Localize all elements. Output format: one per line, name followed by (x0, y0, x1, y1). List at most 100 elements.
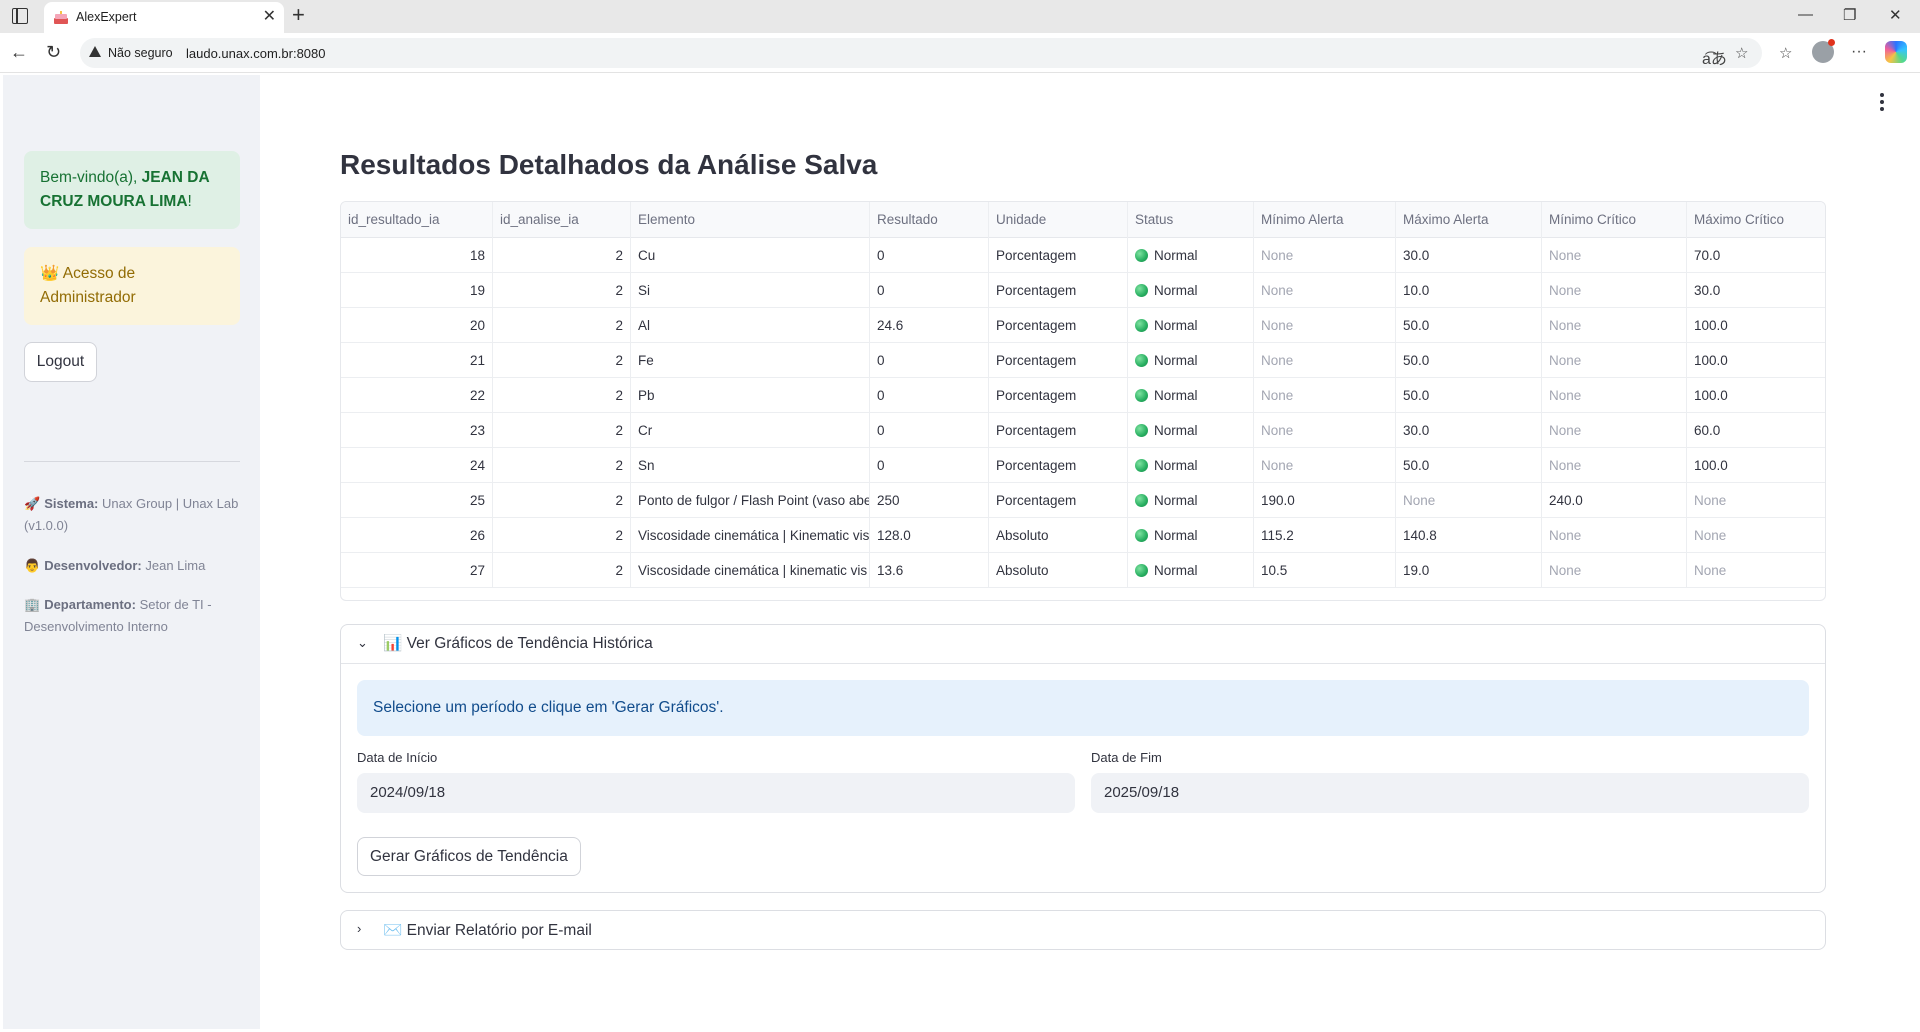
table-cell[interactable]: None (1254, 308, 1396, 343)
table-row[interactable]: 20 2 Al 24.6 Porcentagem Normal None 50.0 None 10… (341, 308, 1825, 343)
address-bar[interactable]: Não seguro laudo.unax.com.br:8080 a͡あ ☆ (80, 38, 1762, 68)
copilot-icon[interactable] (1885, 41, 1907, 63)
security-label[interactable]: Não seguro (108, 46, 173, 60)
end-date-input[interactable]: 2025/09/18 (1091, 773, 1809, 813)
table-cell[interactable]: 128.0 (870, 518, 989, 553)
main-menu-icon[interactable] (1880, 93, 1884, 114)
favorites-list-icon[interactable]: ☆ (1779, 44, 1792, 62)
table-cell[interactable]: 250 (870, 483, 989, 518)
table-cell[interactable]: None (1542, 448, 1687, 483)
table-cell[interactable]: Porcentagem (989, 448, 1128, 483)
column-header[interactable]: Resultado (870, 202, 989, 238)
table-cell[interactable]: 23 (341, 413, 493, 448)
table-cell[interactable]: 13.6 (870, 553, 989, 588)
table-cell[interactable]: Absoluto (989, 553, 1128, 588)
table-cell[interactable]: 24 (341, 448, 493, 483)
table-cell[interactable]: Normal (1128, 413, 1254, 448)
reload-icon[interactable]: ↻ (46, 42, 61, 62)
table-cell[interactable]: 19 (341, 273, 493, 308)
favorite-star-icon[interactable]: ☆ (1735, 44, 1748, 62)
restore-icon[interactable]: ❐ (1843, 6, 1856, 24)
back-icon[interactable]: ← (10, 42, 28, 62)
table-row[interactable]: 19 2 Si 0 Porcentagem Normal None 10.0 None 30.0 (341, 273, 1825, 308)
column-header[interactable]: Mínimo Crítico (1542, 202, 1687, 238)
table-cell[interactable]: None (1254, 413, 1396, 448)
table-cell[interactable]: None (1254, 238, 1396, 273)
table-cell[interactable]: Normal (1128, 518, 1254, 553)
table-cell[interactable]: Viscosidade cinemática | Kinematic vis (631, 518, 870, 553)
table-cell[interactable]: Normal (1128, 273, 1254, 308)
table-cell[interactable]: 70.0 (1687, 238, 1825, 273)
minimize-icon[interactable]: — (1798, 6, 1813, 23)
table-cell[interactable]: 18 (341, 238, 493, 273)
table-cell[interactable]: 0 (870, 238, 989, 273)
table-cell[interactable]: 21 (341, 343, 493, 378)
table-cell[interactable]: 2 (493, 343, 631, 378)
table-cell[interactable]: 2 (493, 518, 631, 553)
table-cell[interactable]: 240.0 (1542, 483, 1687, 518)
table-cell[interactable]: 100.0 (1687, 448, 1825, 483)
table-cell[interactable]: 50.0 (1396, 378, 1542, 413)
table-cell[interactable]: None (1687, 483, 1825, 518)
table-cell[interactable]: 100.0 (1687, 308, 1825, 343)
table-cell[interactable]: 30.0 (1687, 273, 1825, 308)
column-header[interactable]: id_resultado_ia (341, 202, 493, 238)
table-cell[interactable]: Normal (1128, 343, 1254, 378)
table-cell[interactable]: Pb (631, 378, 870, 413)
table-row[interactable]: 22 2 Pb 0 Porcentagem Normal None 50.0 None 100.0 (341, 378, 1825, 413)
table-cell[interactable]: 0 (870, 378, 989, 413)
table-cell[interactable]: 10.5 (1254, 553, 1396, 588)
table-cell[interactable]: None (1254, 378, 1396, 413)
table-cell[interactable]: Porcentagem (989, 238, 1128, 273)
table-cell[interactable]: None (1396, 483, 1542, 518)
table-cell[interactable]: None (1542, 413, 1687, 448)
table-cell[interactable]: 140.8 (1396, 518, 1542, 553)
table-cell[interactable]: 0 (870, 448, 989, 483)
table-cell[interactable]: 0 (870, 273, 989, 308)
table-cell[interactable]: Normal (1128, 378, 1254, 413)
table-cell[interactable]: Porcentagem (989, 378, 1128, 413)
table-cell[interactable]: 2 (493, 448, 631, 483)
table-cell[interactable]: Fe (631, 343, 870, 378)
table-row[interactable]: 21 2 Fe 0 Porcentagem Normal None 50.0 None 100.0 (341, 343, 1825, 378)
new-tab-icon[interactable]: + (292, 3, 305, 27)
table-cell[interactable]: 2 (493, 413, 631, 448)
table-cell[interactable]: 24.6 (870, 308, 989, 343)
table-row[interactable]: 18 2 Cu 0 Porcentagem Normal None 30.0 None 70.0 (341, 238, 1825, 273)
table-cell[interactable]: None (1254, 448, 1396, 483)
table-cell[interactable]: 2 (493, 483, 631, 518)
table-cell[interactable]: None (1542, 343, 1687, 378)
close-window-icon[interactable]: ✕ (1889, 6, 1902, 24)
translate-icon[interactable]: a͡あ (1702, 45, 1727, 69)
table-cell[interactable]: 19.0 (1396, 553, 1542, 588)
table-cell[interactable]: Sn (631, 448, 870, 483)
table-cell[interactable]: 115.2 (1254, 518, 1396, 553)
table-cell[interactable]: 2 (493, 238, 631, 273)
table-cell[interactable]: Normal (1128, 483, 1254, 518)
table-cell[interactable]: None (1542, 308, 1687, 343)
table-cell[interactable]: None (1542, 238, 1687, 273)
table-cell[interactable]: 2 (493, 308, 631, 343)
table-cell[interactable]: 0 (870, 343, 989, 378)
table-cell[interactable]: 30.0 (1396, 238, 1542, 273)
table-cell[interactable]: 25 (341, 483, 493, 518)
table-cell[interactable]: Viscosidade cinemática | kinematic vis (631, 553, 870, 588)
column-header[interactable]: Elemento (631, 202, 870, 238)
table-cell[interactable]: None (1542, 273, 1687, 308)
table-cell[interactable]: None (1542, 553, 1687, 588)
table-cell[interactable]: Absoluto (989, 518, 1128, 553)
url-text[interactable]: laudo.unax.com.br:8080 (186, 46, 325, 61)
table-cell[interactable]: None (1687, 518, 1825, 553)
table-cell[interactable]: 22 (341, 378, 493, 413)
trend-expander-header[interactable]: ⌄ 📊 Ver Gráficos de Tendência Histórica (341, 625, 1825, 663)
table-cell[interactable]: Porcentagem (989, 343, 1128, 378)
table-cell[interactable]: 50.0 (1396, 308, 1542, 343)
table-cell[interactable]: 0 (870, 413, 989, 448)
table-cell[interactable]: 26 (341, 518, 493, 553)
tab-close-icon[interactable]: ✕ (263, 8, 276, 26)
table-cell[interactable]: 10.0 (1396, 273, 1542, 308)
table-cell[interactable]: 20 (341, 308, 493, 343)
table-cell[interactable]: None (1254, 273, 1396, 308)
table-cell[interactable]: Cr (631, 413, 870, 448)
column-header[interactable]: Status (1128, 202, 1254, 238)
